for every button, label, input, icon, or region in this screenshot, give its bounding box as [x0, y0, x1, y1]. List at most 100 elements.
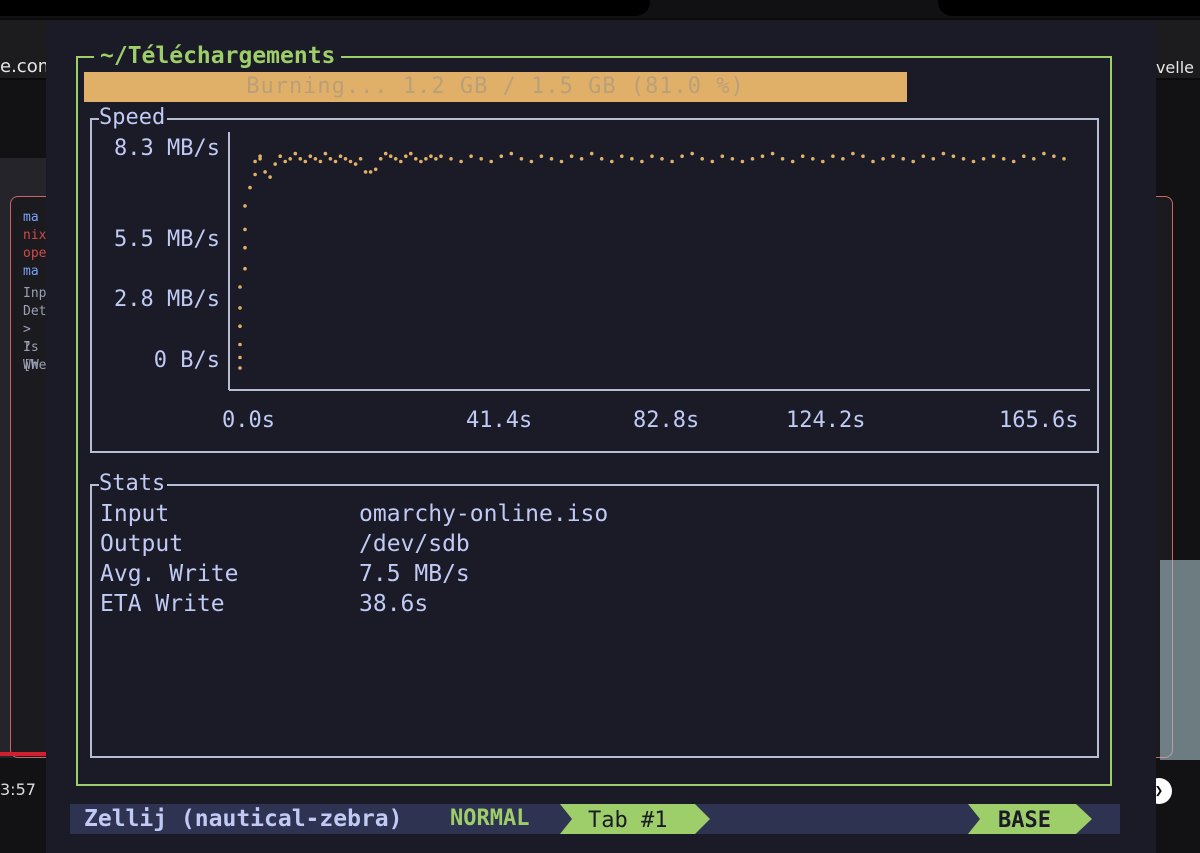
speed-point [499, 154, 504, 158]
speed-point [258, 154, 262, 158]
tab-1[interactable]: Tab #1 [560, 804, 710, 834]
speed-point [439, 154, 443, 158]
speed-point [539, 154, 544, 158]
speed-point [378, 157, 383, 161]
speed-point [318, 159, 323, 164]
speed-point [640, 159, 644, 164]
speed-point [238, 285, 242, 289]
speed-point [831, 154, 835, 158]
stat-key-eta-write: ETA Write [100, 591, 225, 617]
speed-point [368, 170, 373, 174]
speed-point [373, 167, 378, 172]
speed-point [1032, 157, 1036, 161]
stats-panel-title: Stats [99, 471, 168, 496]
speed-point [800, 154, 805, 158]
speed-point [388, 154, 393, 158]
speed-point [298, 157, 303, 161]
stat-key-avg-write: Avg. Write [100, 561, 239, 587]
speed-point [760, 154, 765, 158]
speed-point [238, 306, 242, 310]
speed-point [841, 157, 845, 161]
speed-point [348, 159, 353, 164]
speed-point [434, 157, 438, 161]
speed-point [328, 157, 333, 161]
speed-point [419, 159, 423, 164]
speed-point [961, 157, 966, 161]
speed-point [1022, 154, 1026, 158]
speed-point [323, 151, 328, 156]
speed-point [911, 159, 915, 164]
speed-point [353, 162, 358, 166]
speed-point [971, 159, 976, 164]
speed-point [740, 159, 745, 164]
speed-point [770, 151, 775, 156]
speed-point [414, 157, 418, 161]
speed-point [630, 157, 634, 161]
speed-point [891, 154, 895, 158]
speed-point [243, 245, 247, 250]
speed-point [238, 324, 242, 329]
stat-key-output: Output [100, 531, 184, 557]
speed-point [680, 154, 684, 158]
speed-point [308, 154, 313, 158]
speed-point [479, 157, 484, 161]
stat-value-input: omarchy-online.iso [359, 501, 609, 527]
x-tick-label: 41.4s [466, 408, 533, 433]
speed-point [1062, 157, 1066, 161]
speed-point [519, 157, 524, 161]
speed-point [283, 159, 288, 164]
speed-point [303, 159, 308, 164]
speed-point [293, 151, 298, 156]
speed-point [559, 159, 564, 164]
speed-point [409, 151, 413, 156]
speed-point [549, 157, 554, 161]
speed-point [313, 157, 318, 161]
speed-point [253, 159, 257, 164]
speed-point [941, 151, 946, 156]
mode-indicator: NORMAL [450, 806, 530, 831]
speed-point [931, 157, 936, 161]
speed-point [529, 159, 534, 164]
speed-point [991, 154, 996, 158]
speed-point [589, 151, 594, 156]
speed-point [333, 159, 338, 164]
speed-point [243, 227, 247, 232]
tab-1-label: Tab #1 [588, 808, 667, 833]
speed-point [921, 154, 926, 158]
speed-point [489, 159, 494, 164]
base-mode-badge: BASE [968, 804, 1092, 834]
stat-value-output: /dev/sdb [359, 531, 470, 557]
speed-point [861, 154, 865, 158]
speed-point [620, 154, 624, 158]
stat-value-eta-write: 38.6s [359, 591, 429, 617]
speed-point [901, 157, 905, 161]
speed-point [579, 157, 584, 161]
speed-point [1011, 159, 1016, 164]
speed-point [610, 159, 614, 164]
speed-point [750, 157, 755, 161]
speed-point [273, 162, 278, 166]
speed-point [338, 154, 343, 158]
speed-point [238, 355, 242, 360]
speed-point [278, 154, 283, 158]
speed-point [268, 175, 272, 179]
speed-point [871, 159, 875, 164]
speed-point [599, 157, 604, 161]
speed-point [393, 157, 398, 161]
speed-point [881, 157, 885, 161]
speed-point [459, 159, 463, 164]
speed-point [404, 154, 408, 158]
speed-point [710, 159, 715, 164]
speed-point [263, 170, 267, 174]
speed-point [780, 157, 785, 161]
speed-point [660, 157, 664, 161]
speed-points [238, 151, 1066, 370]
speed-point [1001, 157, 1006, 161]
speed-point [399, 159, 403, 164]
speed-point [650, 154, 654, 158]
speed-point [383, 151, 388, 156]
speed-point [569, 154, 574, 158]
speed-point [821, 159, 825, 164]
speed-point [363, 170, 368, 174]
stat-value-avg-write: 7.5 MB/s [359, 561, 470, 587]
